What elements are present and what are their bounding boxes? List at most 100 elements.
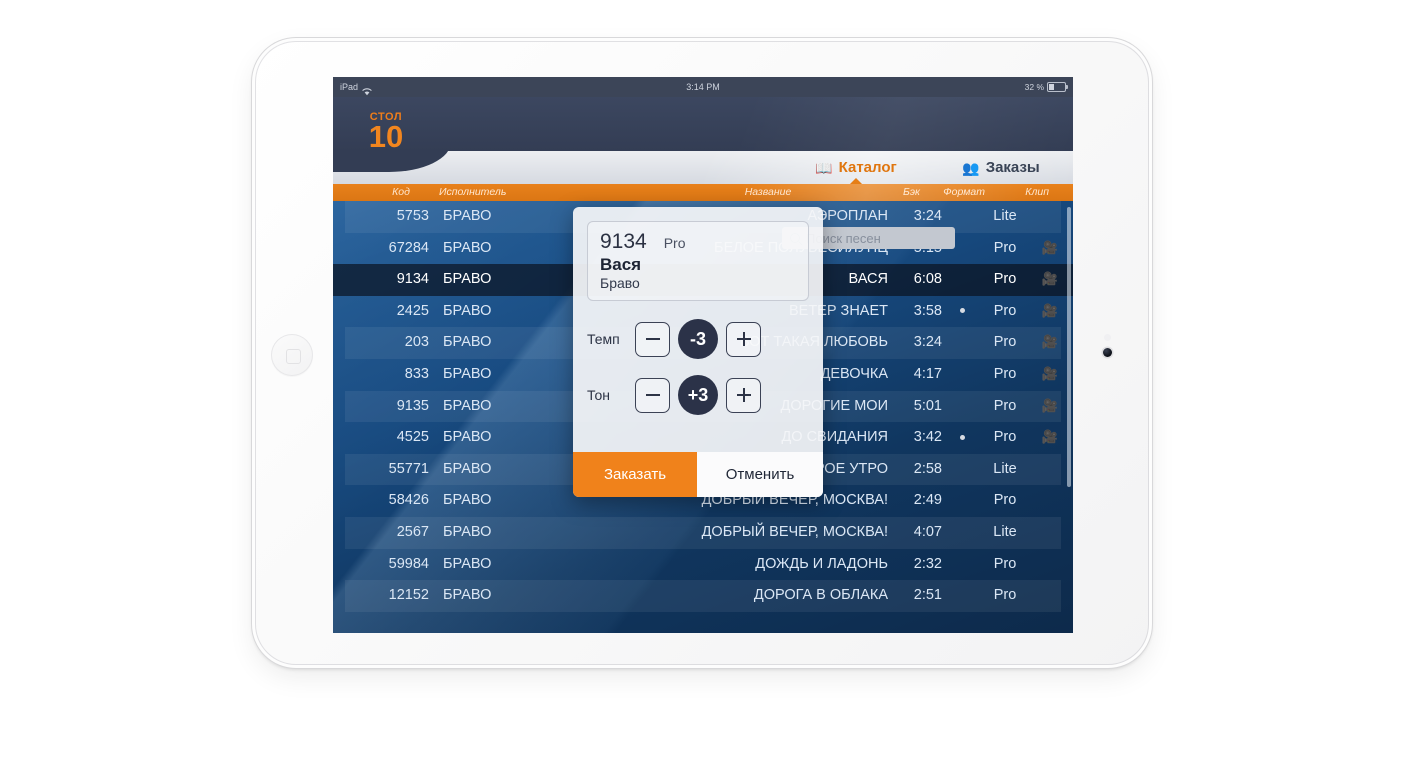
column-header-code[interactable]: Код: [373, 186, 429, 198]
row-artist: БРАВО: [443, 587, 492, 604]
back-dot-icon: [959, 308, 965, 314]
row-code: 5753: [396, 208, 429, 224]
row-code: 59984: [388, 555, 429, 572]
cancel-button[interactable]: Отменить: [697, 452, 823, 497]
row-code: 58426: [388, 492, 429, 509]
app-screen: iPad 3:14 PM 32 % СТОЛ 10 0534: [333, 77, 1073, 633]
column-header-title[interactable]: Название: [668, 186, 868, 198]
row-format: Lite: [993, 460, 1017, 477]
row-artist: БРАВО: [443, 555, 492, 572]
row-duration: 3:24: [913, 208, 942, 224]
column-header-format[interactable]: Формат: [943, 186, 985, 198]
row-back-indicator: [956, 303, 968, 319]
row-artist: БРАВО: [443, 334, 492, 351]
tab-catalog-label: Каталог: [838, 159, 897, 176]
row-artist: БРАВО: [443, 208, 492, 224]
row-clip-icon: 🎥: [1041, 302, 1059, 318]
book-icon: 📖: [815, 159, 833, 176]
dialog-song-code-row: 9134 Pro: [600, 230, 808, 254]
row-duration: 5:01: [913, 397, 942, 414]
table-number-badge: СТОЛ 10: [333, 97, 451, 172]
row-code: 2425: [396, 302, 429, 319]
order-song-dialog: 9134 Pro Вася Браво Темп -3 Тон +3 Заказ…: [573, 207, 823, 497]
tempo-minus-button[interactable]: [635, 321, 670, 357]
dialog-song-code: 9134: [600, 230, 647, 253]
dialog-actions: Заказать Отменить: [573, 452, 823, 497]
row-duration: 2:49: [913, 492, 942, 509]
table-column-header: Код Исполнитель Название Бэк Формат Клип: [333, 184, 1073, 201]
ios-status-bar: iPad 3:14 PM 32 %: [333, 77, 1073, 97]
dialog-song-artist: Браво: [600, 275, 640, 291]
column-header-back[interactable]: Бэк: [903, 186, 920, 198]
table-number: 10: [368, 119, 404, 154]
tempo-label: Темп: [587, 331, 620, 347]
row-artist: БРАВО: [443, 523, 492, 540]
row-title: ДОЖДЬ И ЛАДОНЬ: [755, 555, 888, 572]
row-format: Pro: [993, 334, 1017, 351]
column-header-artist[interactable]: Исполнитель: [439, 186, 506, 198]
row-format: Pro: [993, 239, 1017, 256]
row-back-indicator: [956, 429, 968, 445]
row-format: Lite: [993, 208, 1017, 224]
tone-minus-button[interactable]: [635, 377, 670, 413]
row-code: 55771: [388, 460, 429, 477]
row-title: ДОРОГА В ОБЛАКА: [753, 587, 888, 604]
row-format: Pro: [993, 555, 1017, 572]
table-row[interactable]: 2567 БРАВО ДОБРЫЙ ВЕЧЕР, МОСКВА! 4:07 Lite: [333, 516, 1073, 549]
tab-orders[interactable]: 5 👥 Заказы: [921, 132, 1073, 184]
status-bar-right: 32 %: [1024, 77, 1068, 97]
table-row[interactable]: 12152 БРАВО ДОРОГА В ОБЛАКА 2:51 Pro: [333, 580, 1073, 612]
battery-percent-label: 32 %: [1024, 82, 1044, 92]
row-duration: 4:07: [913, 523, 942, 540]
row-duration: 3:24: [913, 334, 942, 351]
row-duration: 6:08: [913, 271, 942, 288]
tempo-control-row: Темп -3: [573, 319, 823, 359]
row-clip-icon: 🎥: [1041, 334, 1059, 350]
row-artist: БРАВО: [443, 492, 492, 509]
row-duration: 2:32: [913, 555, 942, 572]
row-format: Pro: [993, 492, 1017, 509]
tone-value: +3: [678, 375, 718, 415]
row-format: Pro: [993, 365, 1017, 382]
tab-list: 58 📖 Каталог 5 👥 Заказы 🗨 Чат: [451, 132, 1073, 184]
row-code: 9135: [396, 397, 429, 414]
tone-plus-button[interactable]: [726, 377, 761, 413]
row-duration: 3:42: [913, 429, 942, 446]
tone-control-row: Тон +3: [573, 375, 823, 415]
tab-catalog[interactable]: 58 📖 Каталог: [791, 132, 921, 184]
row-clip-icon: 🎥: [1041, 239, 1059, 255]
tab-active-caret: [850, 178, 862, 184]
dialog-song-title: Вася: [600, 255, 642, 274]
row-format: Pro: [993, 429, 1017, 446]
row-artist: БРАВО: [443, 239, 492, 256]
row-artist: БРАВО: [443, 365, 492, 382]
column-header-clip[interactable]: Клип: [1025, 186, 1049, 198]
row-clip-icon: 🎥: [1041, 271, 1059, 287]
row-code: 4525: [396, 429, 429, 446]
vertical-scrollbar[interactable]: [1067, 207, 1071, 487]
row-format: Pro: [993, 271, 1017, 288]
ipad-home-button[interactable]: [271, 334, 313, 376]
row-code: 833: [404, 365, 429, 382]
status-bar-clock: 3:14 PM: [686, 82, 720, 92]
tab-spacer: [451, 151, 791, 184]
row-code: 9134: [396, 271, 429, 288]
back-dot-icon: [959, 434, 965, 440]
row-artist: БРАВО: [443, 460, 492, 477]
row-format: Pro: [993, 302, 1017, 319]
row-title: ДОБРЫЙ ВЕЧЕР, МОСКВА!: [701, 523, 888, 540]
dialog-song-info: 9134 Pro Вася Браво: [587, 221, 809, 301]
row-code: 2567: [396, 523, 429, 540]
row-clip-icon: 🎥: [1041, 397, 1059, 413]
tone-label: Тон: [587, 387, 610, 403]
row-clip-icon: 🎥: [1041, 429, 1059, 445]
row-artist: БРАВО: [443, 302, 492, 319]
table-row[interactable]: 59984 БРАВО ДОЖДЬ И ЛАДОНЬ 2:32 Pro: [333, 549, 1073, 581]
row-artist: БРАВО: [443, 397, 492, 414]
row-code: 12152: [388, 587, 429, 604]
row-code: 67284: [388, 239, 429, 256]
tempo-plus-button[interactable]: [726, 321, 761, 357]
row-artist: БРАВО: [443, 429, 492, 446]
row-duration: 4:17: [913, 365, 942, 382]
order-button[interactable]: Заказать: [573, 452, 697, 497]
